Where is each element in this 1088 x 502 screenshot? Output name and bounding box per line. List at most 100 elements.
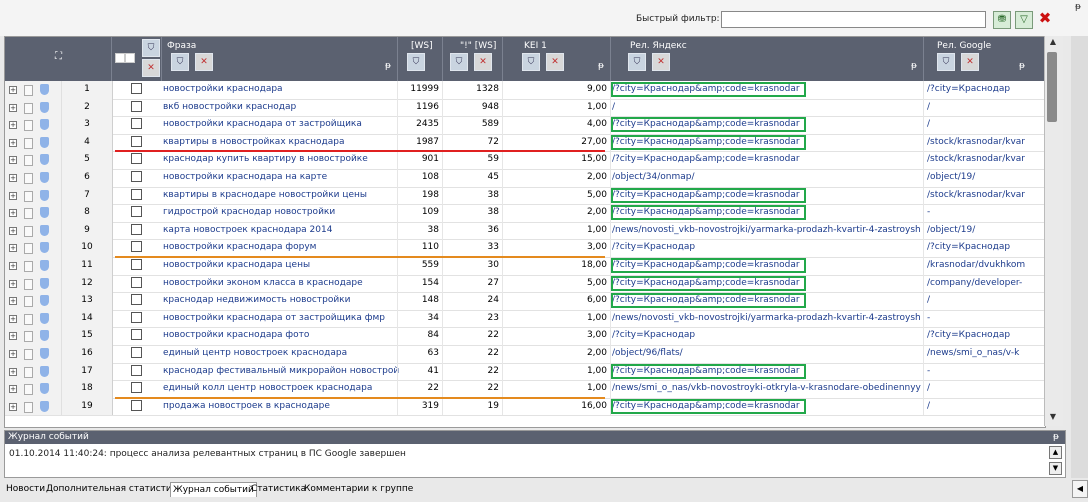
shield-icon[interactable] bbox=[40, 400, 49, 412]
checkbox-icon[interactable] bbox=[130, 118, 142, 130]
table-row[interactable]: +19 продажа новостроек в краснодаре 319 19 1… bbox=[5, 397, 1045, 417]
row-checkbox[interactable] bbox=[111, 222, 161, 240]
shield-icon[interactable] bbox=[40, 260, 49, 271]
google-url-cell[interactable]: - bbox=[923, 204, 1031, 222]
document-icon[interactable] bbox=[24, 401, 33, 413]
shield-icon[interactable] bbox=[40, 207, 49, 219]
google-url-cell[interactable]: / bbox=[923, 292, 1031, 310]
document-icon[interactable] bbox=[24, 173, 33, 184]
row-checkbox[interactable] bbox=[111, 99, 161, 117]
google-url-cell[interactable]: / bbox=[923, 99, 1031, 117]
row-checkbox[interactable] bbox=[111, 380, 161, 398]
expand-icon[interactable]: + bbox=[9, 138, 17, 147]
shield-icon[interactable] bbox=[40, 383, 49, 395]
expand-icon[interactable]: + bbox=[9, 314, 17, 323]
filter-icon[interactable]: ⛉ bbox=[522, 53, 540, 71]
google-url-cell[interactable]: /stock/krasnodar/kvar bbox=[923, 187, 1031, 205]
clear-icon[interactable]: ✕ bbox=[652, 53, 670, 71]
checkbox-icon[interactable] bbox=[130, 188, 142, 200]
shield-icon[interactable] bbox=[40, 84, 49, 95]
google-url-cell[interactable]: - bbox=[923, 310, 1031, 328]
phrase-cell[interactable]: новостройки краснодара форум bbox=[161, 239, 399, 257]
google-url-cell[interactable]: /stock/krasnodar/kvar bbox=[923, 151, 1031, 169]
document-icon[interactable] bbox=[24, 349, 33, 360]
table-row[interactable]: +5 краснодар купить квартиру в новостройк… bbox=[5, 151, 1045, 170]
checkbox-icon[interactable] bbox=[130, 206, 142, 218]
expand-icon[interactable]: + bbox=[9, 86, 17, 94]
phrase-cell[interactable]: квартиры в новостройках краснодара bbox=[161, 134, 399, 152]
shield-icon[interactable] bbox=[40, 119, 49, 131]
row-checkbox[interactable] bbox=[111, 81, 161, 99]
table-row[interactable]: +8 гидрострой краснодар новостройки 109 38 2… bbox=[5, 204, 1045, 223]
phrase-cell[interactable]: новостройки эконом класса в краснодаре bbox=[161, 275, 399, 293]
phrase-cell[interactable]: новостройки краснодара цены bbox=[161, 257, 399, 275]
header-ws[interactable]: [WS] ⛉ bbox=[397, 37, 443, 81]
document-icon[interactable] bbox=[24, 190, 33, 202]
row-checkbox[interactable] bbox=[111, 398, 161, 416]
shield-icon[interactable] bbox=[40, 172, 49, 183]
clear-icon[interactable]: ✕ bbox=[142, 59, 160, 77]
checkbox-icon[interactable] bbox=[130, 399, 142, 411]
header-ws-exact[interactable]: "!" [WS] ⛉ ✕ bbox=[442, 37, 503, 81]
document-icon[interactable] bbox=[24, 296, 33, 308]
pin-icon[interactable]: ᵽ bbox=[1053, 431, 1059, 444]
tab-statistics[interactable]: Статистика bbox=[249, 482, 308, 496]
shield-icon[interactable] bbox=[40, 136, 49, 148]
checkbox-icon[interactable] bbox=[130, 83, 142, 94]
table-row[interactable]: +2 вкб новостройки краснодар 1196 948 1,00// bbox=[5, 98, 1045, 118]
table-row[interactable]: +3 новостройки краснодара от застройщика 2… bbox=[5, 116, 1045, 135]
phrase-cell[interactable]: новостройки краснодара от застройщика фм… bbox=[161, 310, 399, 328]
phrase-cell[interactable]: краснодар недвижимость новостройки bbox=[161, 292, 399, 310]
shield-icon[interactable] bbox=[40, 312, 49, 324]
filter-icon[interactable]: ⛉ bbox=[171, 53, 189, 71]
scroll-down-icon[interactable]: ▼ bbox=[1046, 412, 1060, 424]
phrase-cell[interactable]: краснодар фестивальный микрорайон новост… bbox=[161, 363, 399, 381]
table-row[interactable]: +16 единый центр новостроек краснодара 63 2… bbox=[5, 345, 1045, 364]
phrase-cell[interactable]: единый колл центр новостроек краснодара bbox=[161, 380, 399, 398]
phrase-cell[interactable]: вкб новостройки краснодар bbox=[161, 99, 399, 117]
table-row[interactable]: +6 новостройки краснодара на карте 108 45 2,… bbox=[5, 169, 1045, 188]
document-icon[interactable] bbox=[24, 366, 33, 378]
filter-icon[interactable]: ⛉ bbox=[628, 53, 646, 71]
row-checkbox[interactable] bbox=[111, 187, 161, 205]
table-row[interactable]: +13 краснодар недвижимость новостройки 148… bbox=[5, 292, 1045, 311]
yandex-url-cell[interactable]: /news/smi_o_nas/vkb-novostroyki-otkryla-… bbox=[610, 380, 925, 398]
row-checkbox[interactable] bbox=[111, 327, 161, 345]
document-icon[interactable] bbox=[24, 278, 33, 290]
document-icon[interactable] bbox=[24, 85, 33, 96]
checkbox-icon[interactable] bbox=[130, 294, 142, 306]
tab-news[interactable]: Новости bbox=[4, 482, 47, 496]
expand-icon[interactable]: + bbox=[9, 244, 17, 253]
header-phrase[interactable]: Фраза ⛉ ✕ ᵽ bbox=[161, 37, 398, 81]
checkbox-icon[interactable] bbox=[130, 364, 142, 376]
yandex-url-cell[interactable]: / bbox=[610, 99, 925, 117]
google-url-cell[interactable]: /object/19/ bbox=[923, 222, 1031, 240]
row-checkbox[interactable] bbox=[111, 275, 161, 293]
row-checkbox[interactable] bbox=[111, 239, 161, 257]
tab-group-comments[interactable]: Комментарии к группе bbox=[302, 482, 415, 496]
document-icon[interactable] bbox=[24, 137, 33, 149]
row-checkbox[interactable] bbox=[111, 151, 161, 169]
google-url-cell[interactable]: - bbox=[923, 363, 1031, 381]
table-row[interactable]: +12 новостройки эконом класса в краснодар… bbox=[5, 274, 1045, 294]
quick-filter-input[interactable] bbox=[721, 11, 986, 28]
yandex-url-cell[interactable]: /?city=Краснодар bbox=[610, 327, 925, 345]
tab-extra-stats[interactable]: Дополнительная статистика bbox=[44, 482, 185, 496]
checkbox-icon[interactable] bbox=[130, 259, 142, 270]
shield-icon[interactable] bbox=[40, 295, 49, 307]
clear-filter-button[interactable]: ✖ bbox=[1038, 9, 1052, 27]
clear-icon[interactable]: ✕ bbox=[546, 53, 564, 71]
google-url-cell[interactable]: /?city=Краснодар bbox=[923, 81, 1031, 99]
document-icon[interactable] bbox=[24, 243, 33, 255]
google-url-cell[interactable]: /stock/krasnodar/kvar bbox=[923, 134, 1031, 152]
document-icon[interactable] bbox=[24, 331, 33, 343]
filter-icon[interactable]: ⛉ bbox=[937, 53, 955, 71]
table-row[interactable]: +1 новостройки краснодара 11999 1328 9,00 /?c… bbox=[5, 81, 1045, 100]
tabs-scroll-button[interactable]: ◀ bbox=[1072, 480, 1088, 498]
row-checkbox[interactable] bbox=[111, 345, 161, 363]
document-icon[interactable] bbox=[24, 155, 33, 167]
filter-icon[interactable]: ⛉ bbox=[142, 39, 160, 57]
table-row[interactable]: +9 карта новостроек краснодара 2014 38 36 1,… bbox=[5, 221, 1045, 241]
shield-icon[interactable] bbox=[40, 242, 49, 254]
row-checkbox[interactable] bbox=[111, 310, 161, 328]
